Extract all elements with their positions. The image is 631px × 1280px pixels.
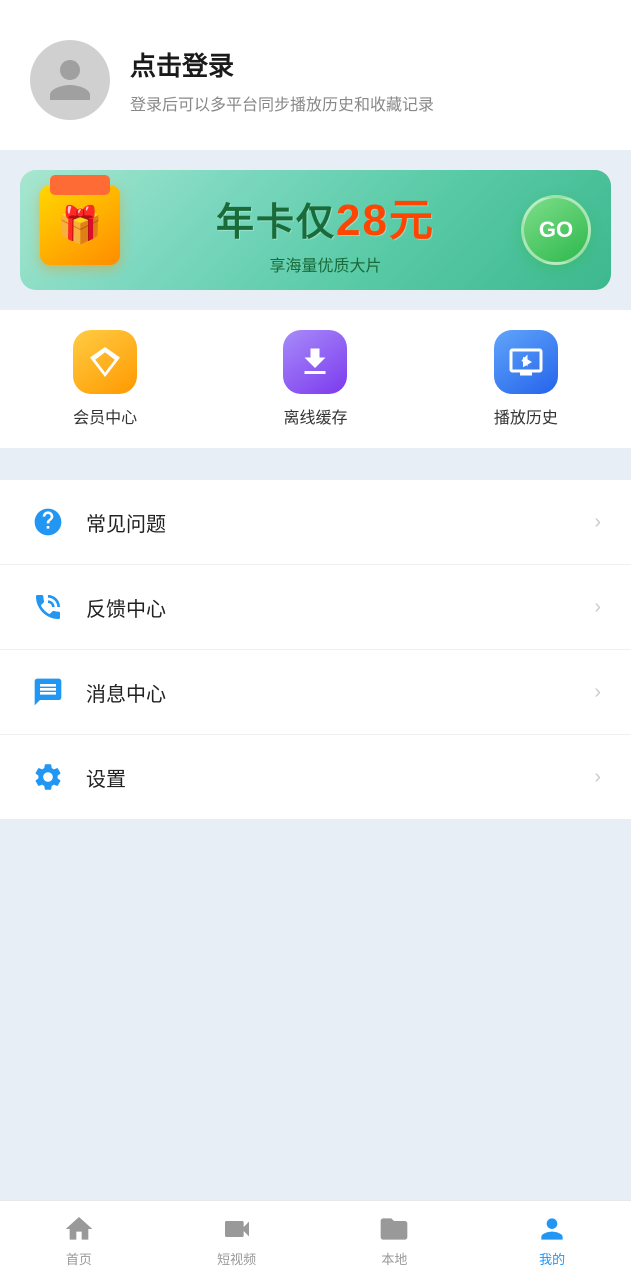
local-icon	[378, 1213, 410, 1245]
download-label: 离线缓存	[283, 404, 347, 428]
menu-list: 常见问题 › 反馈中心 › 消息中心 ›	[0, 480, 631, 819]
messages-label: 消息中心	[86, 678, 574, 707]
menu-item-feedback[interactable]: 反馈中心 ›	[0, 565, 631, 650]
messages-chevron: ›	[594, 681, 601, 704]
gift-box-icon	[40, 185, 130, 275]
mine-icon	[536, 1213, 568, 1245]
menu-item-messages[interactable]: 消息中心 ›	[0, 650, 631, 735]
download-icon	[297, 344, 333, 380]
quick-item-download[interactable]: 离线缓存	[283, 330, 347, 428]
faq-icon	[30, 504, 66, 540]
nav-item-shorts[interactable]: 短视频	[158, 1213, 316, 1268]
quick-menu: 会员中心 离线缓存 播放历史	[0, 310, 631, 448]
history-label: 播放历史	[494, 404, 558, 428]
quick-item-history[interactable]: 播放历史	[494, 330, 558, 428]
local-nav-label: 本地	[381, 1249, 407, 1268]
nav-item-home[interactable]: 首页	[0, 1213, 158, 1268]
menu-item-settings[interactable]: 设置 ›	[0, 735, 631, 819]
banner-main-text: 年卡仅28元	[216, 184, 435, 248]
shorts-nav-label: 短视频	[217, 1249, 256, 1268]
vip-banner[interactable]: 年卡仅28元 享海量优质大片 GO	[20, 170, 611, 290]
profile-section[interactable]: 点击登录 登录后可以多平台同步播放历史和收藏记录	[0, 0, 631, 150]
nav-item-local[interactable]: 本地	[316, 1213, 474, 1268]
login-title: 点击登录	[130, 46, 434, 83]
vip-label: 会员中心	[73, 404, 137, 428]
banner-go-button[interactable]: GO	[521, 195, 591, 265]
feedback-icon	[30, 589, 66, 625]
mine-nav-label: 我的	[539, 1249, 565, 1268]
history-icon-bg	[494, 330, 558, 394]
banner-section: 年卡仅28元 享海量优质大片 GO	[0, 150, 631, 310]
home-nav-label: 首页	[66, 1249, 92, 1268]
menu-item-faq[interactable]: 常见问题 ›	[0, 480, 631, 565]
feedback-chevron: ›	[594, 596, 601, 619]
download-icon-bg	[283, 330, 347, 394]
login-subtitle: 登录后可以多平台同步播放历史和收藏记录	[130, 91, 434, 115]
banner-sub-text: 享海量优质大片	[269, 252, 381, 276]
banner-price: 28元	[336, 196, 435, 245]
profile-text: 点击登录 登录后可以多平台同步播放历史和收藏记录	[130, 46, 434, 115]
home-icon	[63, 1213, 95, 1245]
banner-center: 年卡仅28元 享海量优质大片	[130, 184, 521, 276]
diamond-icon	[87, 344, 123, 380]
shorts-icon	[221, 1213, 253, 1245]
settings-icon	[30, 759, 66, 795]
messages-icon	[30, 674, 66, 710]
faq-chevron: ›	[594, 511, 601, 534]
bottom-nav: 首页 短视频 本地 我的	[0, 1200, 631, 1280]
nav-item-mine[interactable]: 我的	[473, 1213, 631, 1268]
settings-chevron: ›	[594, 766, 601, 789]
avatar	[30, 40, 110, 120]
banner-left	[40, 185, 130, 275]
faq-label: 常见问题	[86, 508, 574, 537]
play-history-icon	[508, 344, 544, 380]
feedback-label: 反馈中心	[86, 593, 574, 622]
settings-label: 设置	[86, 763, 574, 792]
quick-item-vip[interactable]: 会员中心	[73, 330, 137, 428]
vip-icon-bg	[73, 330, 137, 394]
